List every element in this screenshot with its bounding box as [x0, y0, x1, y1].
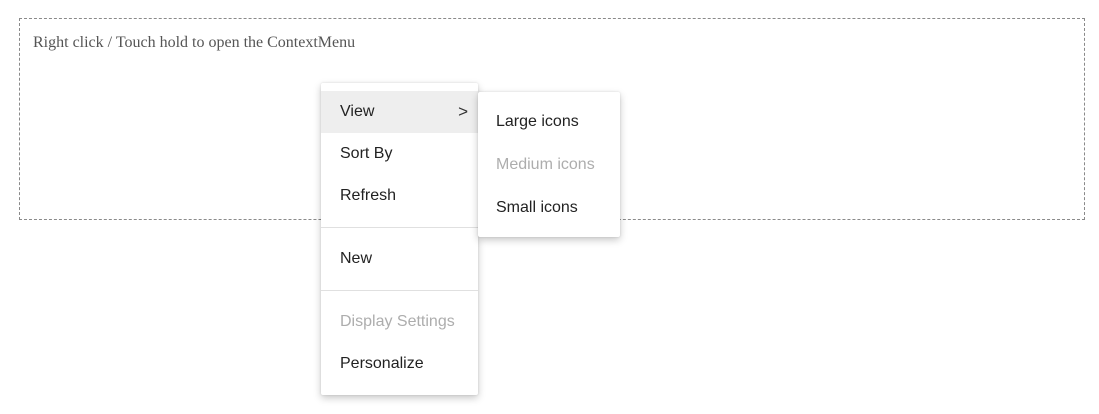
submenu-item-label: Large icons	[496, 113, 579, 130]
menu-separator	[321, 290, 478, 291]
view-submenu: Large icons Medium icons Small icons	[478, 92, 620, 237]
chevron-right-icon: >	[458, 102, 468, 121]
menu-item-label: Refresh	[340, 187, 397, 204]
menu-separator	[321, 227, 478, 228]
menu-item-personalize[interactable]: Personalize	[321, 343, 478, 385]
target-hint-text: Right click / Touch hold to open the Con…	[33, 34, 356, 51]
menu-item-label: New	[340, 250, 373, 267]
menu-item-sort-by[interactable]: Sort By	[321, 133, 478, 175]
submenu-item-label: Small icons	[496, 199, 578, 216]
submenu-item-large-icons[interactable]: Large icons	[478, 100, 620, 143]
menu-item-label: Sort By	[340, 145, 393, 162]
menu-item-label: Personalize	[340, 355, 424, 372]
menu-item-refresh[interactable]: Refresh	[321, 175, 478, 217]
submenu-item-medium-icons: Medium icons	[478, 143, 620, 186]
menu-item-label: View	[340, 103, 375, 120]
context-menu: View > Sort By Refresh New Display Setti…	[321, 83, 478, 395]
menu-item-label: Display Settings	[340, 313, 455, 330]
submenu-item-label: Medium icons	[496, 156, 595, 173]
menu-item-display-settings: Display Settings	[321, 301, 478, 343]
submenu-item-small-icons[interactable]: Small icons	[478, 186, 620, 229]
menu-item-view[interactable]: View >	[321, 91, 478, 133]
menu-item-new[interactable]: New	[321, 238, 478, 280]
